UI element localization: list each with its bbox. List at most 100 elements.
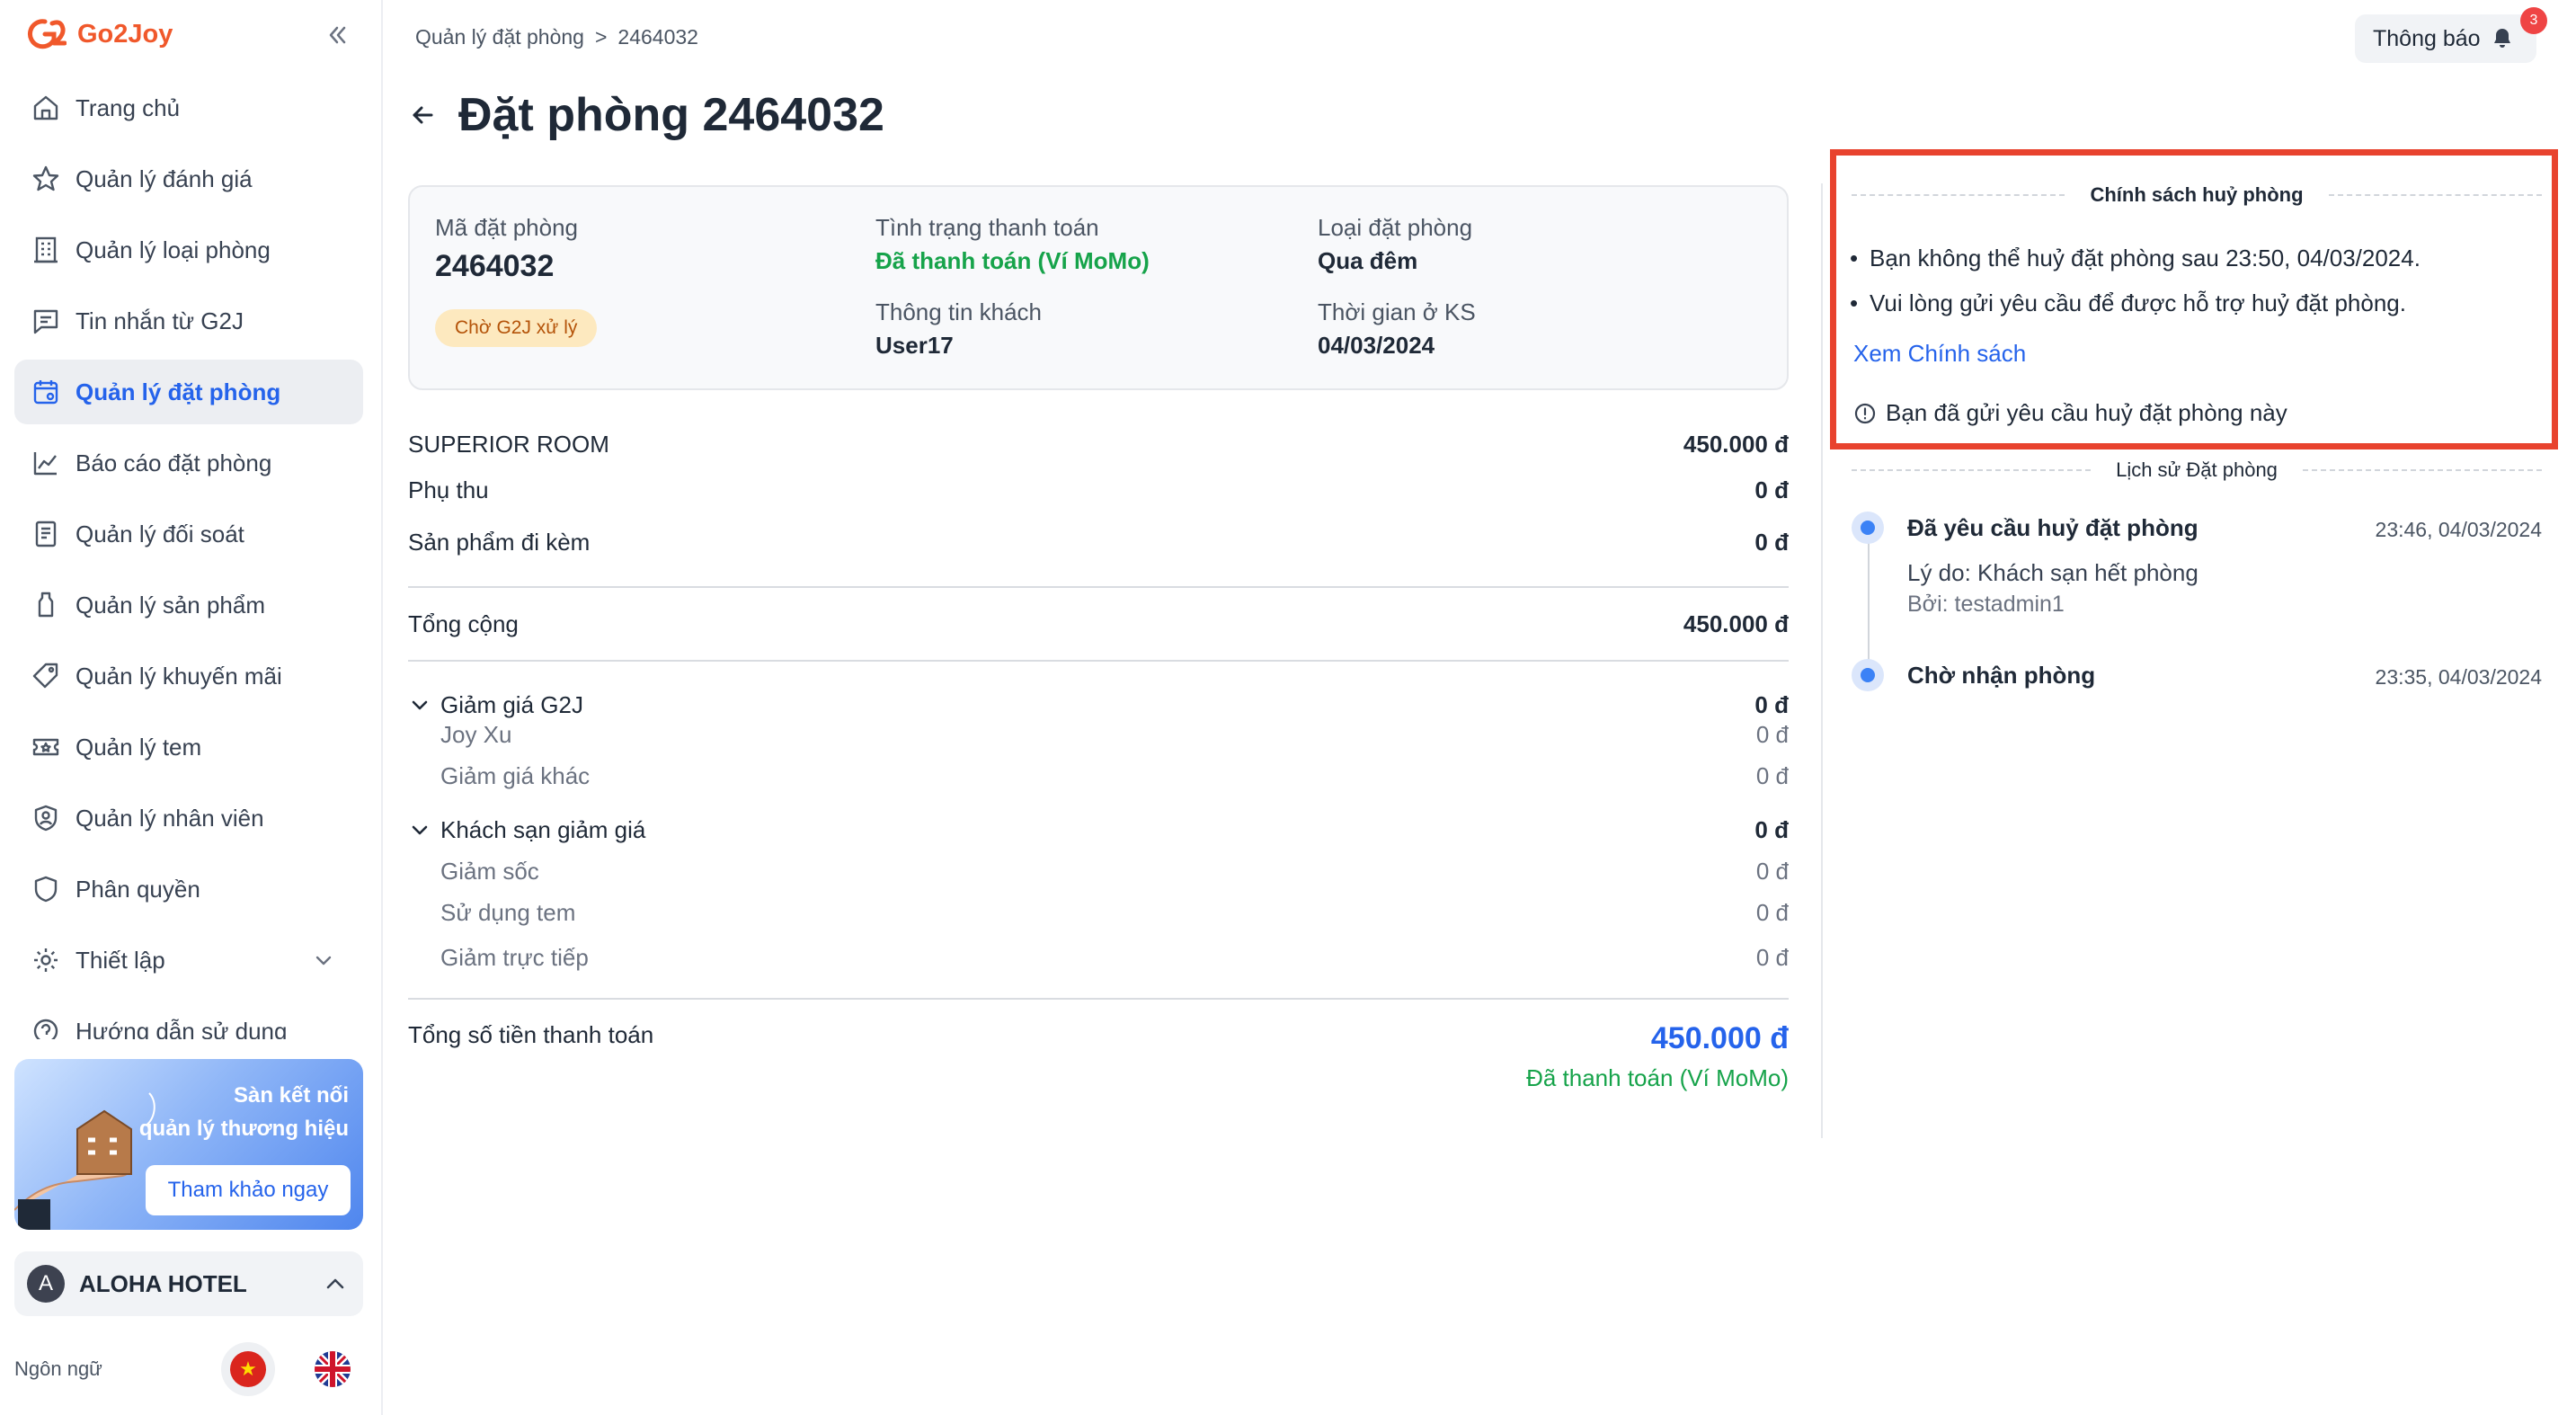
sidebar-item-promotions[interactable]: Quản lý khuyến mãi [14, 644, 363, 708]
charges-breakdown: SUPERIOR ROOM 450.000 đ Phụ thu 0 đ Sản … [408, 424, 1789, 1000]
sidebar-item-label: Quản lý loại phòng [76, 236, 271, 263]
g2j-discount-amount: 0 đ [1754, 690, 1789, 718]
breadcrumb-bookings-link[interactable]: Quản lý đặt phòng [415, 25, 584, 49]
booking-code: 2464032 [435, 249, 555, 283]
sidebar-item-permissions[interactable]: Phân quyền [14, 857, 363, 921]
subrow-label: Joy Xu [440, 720, 512, 748]
charge-label: Sản phẩm đi kèm [408, 528, 591, 556]
sidebar-item-label: Thiết lập [76, 946, 165, 974]
policy-list: • Bạn không thể huỷ đặt phòng sau 23:50, … [1850, 236, 2421, 325]
chevron-down-icon [412, 700, 428, 710]
collapse-sidebar-icon[interactable] [324, 22, 351, 49]
charge-amount: 0 đ [1754, 528, 1789, 556]
discount-subrow: Giảm sốc 0 đ [408, 852, 1789, 890]
sidebar-item-room-types[interactable]: Quản lý loại phòng [14, 218, 363, 282]
star-icon [32, 165, 59, 191]
charge-label: Tổng cộng [408, 610, 519, 637]
subrow-amount: 0 đ [1755, 857, 1789, 885]
timeline-event-time: 23:35, 04/03/2024 [2375, 665, 2542, 689]
subrow-label: Giảm giá khác [440, 761, 591, 789]
sidebar-item-messages[interactable]: Tin nhắn từ G2J [14, 289, 363, 353]
banner-text: Sàn kết nối quản lý thương hiệu [139, 1079, 349, 1145]
calendar-icon [33, 380, 58, 405]
promo-banner[interactable]: Sàn kết nối quản lý thương hiệu Tham khả… [14, 1059, 363, 1230]
hotel-discount-toggle[interactable]: Khách sạn giảm giá 0 đ [408, 798, 1789, 852]
charge-label: SUPERIOR ROOM [408, 430, 609, 458]
chevron-down-icon [315, 956, 332, 966]
banner-button[interactable]: Tham khảo ngay [146, 1165, 351, 1215]
sidebar-nav: Trang chủ Quản lý đánh giá Quản lý loại … [14, 76, 363, 1039]
booking-type-block: Loại đặt phòng Qua đêm Thời gian ở KS 04… [1318, 214, 1476, 360]
subrow-amount: 0 đ [1755, 898, 1789, 926]
sidebar-item-label: Quản lý nhân viên [76, 804, 264, 832]
sidebar-item-booking-report[interactable]: Báo cáo đặt phòng [14, 431, 363, 495]
flag-vietnam-icon[interactable]: ★ [230, 1351, 266, 1387]
sidebar-item-label: Quản lý khuyến mãi [76, 662, 282, 690]
timeline-dot [1852, 659, 1884, 691]
logo[interactable]: Go2Joy [27, 16, 173, 52]
subrow-amount: 0 đ [1755, 943, 1789, 971]
avatar: A [27, 1265, 65, 1303]
policy-section-title: Chính sách huỷ phòng [1852, 183, 2543, 207]
language-switcher: Ngôn ngữ ★ [14, 1347, 363, 1392]
cancel-request-note-text: Bạn đã gửi yêu cầu huỷ đặt phòng này [1886, 399, 2287, 426]
guest-name: User17 [875, 332, 954, 359]
hotel-discount-label: Khách sạn giảm giá [440, 815, 646, 843]
notification-button[interactable]: Thông báo 3 [2355, 7, 2547, 63]
building-icon [34, 236, 58, 263]
sidebar-item-staff[interactable]: Quản lý nhân viên [14, 786, 363, 850]
sidebar-item-reviews[interactable]: Quản lý đánh giá [14, 147, 363, 211]
sidebar-item-label: Quản lý đánh giá [76, 165, 253, 192]
subrow-label: Giảm sốc [440, 857, 539, 885]
stay-time: 04/03/2024 [1318, 332, 1435, 359]
view-policy-link[interactable]: Xem Chính sách [1853, 340, 2026, 368]
grand-total: Tổng số tiền thanh toán 450.000 đ Đã tha… [408, 1021, 1789, 1091]
shield-icon [34, 876, 58, 903]
flag-uk-icon[interactable] [315, 1351, 351, 1387]
back-arrow-icon[interactable] [406, 99, 439, 131]
hotel-name: ALOHA HOTEL [79, 1269, 247, 1297]
chart-icon [33, 452, 57, 476]
timeline-event-title: Chờ nhận phòng [1907, 662, 2096, 689]
status-badge: Chờ G2J xử lý [435, 309, 598, 347]
home-icon [33, 95, 58, 120]
g2j-discount-label: Giảm giá G2J [440, 690, 583, 718]
list-item: • Vui lòng gửi yêu cầu để được hỗ trợ huỷ… [1850, 280, 2421, 325]
charge-row-surcharge: Phụ thu 0 đ [408, 464, 1789, 516]
discount-subrow: Giảm trực tiếp 0 đ [408, 935, 1789, 980]
chevron-up-icon [326, 1278, 344, 1289]
breadcrumb-separator: > [594, 25, 608, 49]
sidebar-item-home[interactable]: Trang chủ [14, 76, 363, 140]
sidebar-item-reconciliation[interactable]: Quản lý đối soát [14, 502, 363, 566]
sidebar-item-products[interactable]: Quản lý sản phẩm [14, 573, 363, 637]
cancel-request-note: Bạn đã gửi yêu cầu huỷ đặt phòng này [1853, 399, 2287, 427]
user-shield-icon [34, 805, 58, 832]
divider [1852, 469, 2092, 471]
sidebar-item-label: Hướng dẫn sử dụng [76, 1017, 288, 1040]
charge-row-room: SUPERIOR ROOM 450.000 đ [408, 424, 1789, 464]
breadcrumb: Quản lý đặt phòng > 2464032 [415, 25, 698, 49]
page-header: Đặt phòng 2464032 [406, 88, 884, 142]
info-circle-icon [1854, 403, 1876, 423]
sidebar-item-bookings[interactable]: Quản lý đặt phòng [14, 360, 363, 424]
sidebar-item-label: Quản lý đối soát [76, 520, 244, 547]
timeline-event-time: 23:46, 04/03/2024 [2375, 518, 2542, 541]
go2joy-logo-icon [27, 19, 67, 49]
divider [2328, 194, 2543, 196]
guest-label: Thông tin khách [875, 298, 1043, 325]
charge-row-addon: Sản phẩm đi kèm 0 đ [408, 516, 1789, 568]
booking-code-block: Mã đặt phòng 2464032 [435, 214, 578, 284]
message-icon [33, 309, 58, 334]
sidebar-item-help[interactable]: Hướng dẫn sử dụng [14, 999, 363, 1039]
sidebar-item-label: Quản lý sản phẩm [76, 591, 266, 619]
sidebar-item-settings[interactable]: Thiết lập [14, 928, 363, 992]
policy-bullet-2: Vui lòng gửi yêu cầu để được hỗ trợ huỷ … [1870, 289, 2406, 316]
banner-line1: Sàn kết nối [233, 1083, 349, 1108]
sidebar-item-stamps[interactable]: Quản lý tem [14, 715, 363, 779]
payment-block: Tình trạng thanh toán Đã thanh toán (Ví … [875, 214, 1150, 360]
grand-total-payment-status: Đã thanh toán (Ví MoMo) [1526, 1064, 1789, 1091]
ticket-icon [32, 738, 59, 756]
sidebar-item-label: Phân quyền [76, 875, 200, 903]
hotel-switcher[interactable]: A ALOHA HOTEL [14, 1251, 363, 1316]
charge-row-total: Tổng cộng 450.000 đ [408, 588, 1789, 660]
